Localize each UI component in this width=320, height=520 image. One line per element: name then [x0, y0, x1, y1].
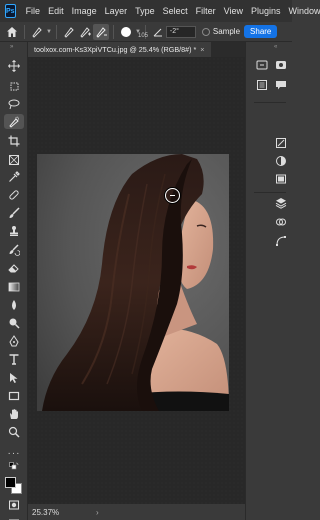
healing-brush-icon[interactable]	[4, 187, 24, 202]
crop-icon[interactable]	[4, 133, 24, 148]
dodge-icon[interactable]	[4, 315, 24, 330]
paths-icon[interactable]	[274, 234, 288, 248]
menu-image[interactable]: Image	[68, 6, 101, 16]
share-button[interactable]: Share	[244, 25, 278, 38]
type-icon[interactable]	[4, 351, 24, 366]
clone-stamp-icon[interactable]	[4, 223, 24, 238]
menu-plugins[interactable]: Plugins	[247, 6, 285, 16]
chevron-down-icon[interactable]: ▼	[46, 29, 52, 35]
hand-icon[interactable]	[4, 406, 24, 421]
blur-icon[interactable]	[4, 297, 24, 312]
document-tab-title: toolxox.com-Ks3XpiVTCu.jpg @ 25.4% (RGB/…	[34, 45, 197, 54]
photoshop-logo: Ps	[5, 4, 16, 18]
color-icon[interactable]	[274, 172, 288, 186]
menu-file[interactable]: File	[22, 6, 45, 16]
comments-icon[interactable]	[274, 78, 288, 92]
menu-layer[interactable]: Layer	[101, 6, 132, 16]
document-tab[interactable]: toolxox.com-Ks3XpiVTCu.jpg @ 25.4% (RGB/…	[28, 42, 211, 57]
collapse-icon[interactable]: «	[274, 44, 277, 50]
quick-mask-icon[interactable]	[4, 497, 24, 512]
divider	[55, 24, 57, 39]
path-selection-icon[interactable]	[4, 370, 24, 385]
screen-mode-icon[interactable]	[4, 516, 24, 520]
home-icon[interactable]	[4, 24, 20, 40]
learn-icon[interactable]	[255, 58, 269, 72]
chevron-right-icon[interactable]: ›	[96, 508, 99, 517]
menu-type[interactable]: Type	[131, 6, 159, 16]
angle-icon	[150, 24, 166, 40]
menu-filter[interactable]: Filter	[192, 6, 220, 16]
subtract-from-selection-icon[interactable]	[92, 23, 109, 40]
brush-preview-icon	[120, 26, 131, 37]
more-tools-icon[interactable]: ···	[4, 446, 24, 461]
brush-icon[interactable]	[4, 205, 24, 220]
move-icon[interactable]	[4, 58, 24, 73]
libraries-icon[interactable]	[274, 58, 288, 72]
options-bar: ▼ ▼ -2° Sample Share	[0, 22, 292, 42]
channels-icon[interactable]	[274, 215, 288, 229]
panel-dock: «	[245, 42, 292, 520]
menu-bar: Ps File Edit Image Layer Type Select Fil…	[0, 0, 320, 22]
new-selection-icon[interactable]	[61, 24, 77, 40]
brush-size-picker[interactable]	[118, 24, 134, 40]
adjustments-icon[interactable]	[274, 136, 288, 150]
document-image[interactable]	[37, 154, 229, 411]
document-tab-bar: toolxox.com-Ks3XpiVTCu.jpg @ 25.4% (RGB/…	[28, 42, 245, 57]
zoom-level[interactable]: 25.37%	[32, 508, 59, 517]
angle-field[interactable]: -2°	[165, 25, 196, 38]
close-icon[interactable]: ×	[200, 45, 204, 54]
pen-icon[interactable]	[4, 333, 24, 348]
divider	[112, 24, 114, 39]
brush-cursor-icon	[165, 188, 180, 203]
sample-all-layers-checkbox[interactable]	[201, 27, 210, 36]
gradient-icon[interactable]	[4, 279, 24, 294]
quick-selection-icon[interactable]	[4, 114, 24, 129]
divider	[254, 102, 286, 103]
status-bar: 25.37%	[28, 504, 245, 520]
canvas-area[interactable]	[28, 57, 266, 504]
menu-window[interactable]: Window	[285, 6, 320, 16]
frame-icon[interactable]	[4, 152, 24, 167]
brush-size-label: 105	[138, 33, 149, 39]
collapse-icon[interactable]: »	[10, 44, 13, 50]
eraser-icon[interactable]	[4, 260, 24, 275]
history-brush-icon[interactable]	[4, 242, 24, 257]
menu-select[interactable]: Select	[159, 6, 192, 16]
add-to-selection-icon[interactable]	[77, 24, 93, 40]
rectangle-icon[interactable]	[4, 388, 24, 403]
sample-label: Sample	[212, 27, 241, 36]
foreground-color-swatch[interactable]	[5, 477, 16, 488]
menu-view[interactable]: View	[220, 6, 247, 16]
artboard-icon[interactable]	[4, 78, 24, 93]
zoom-icon[interactable]	[4, 424, 24, 439]
tool-preset-icon[interactable]	[29, 24, 45, 40]
eyedropper-icon[interactable]	[4, 169, 24, 184]
navigator-icon[interactable]	[274, 154, 288, 168]
divider	[24, 24, 25, 39]
layers-icon[interactable]	[274, 196, 288, 210]
tools-panel: » ···	[0, 42, 28, 520]
properties-icon[interactable]	[255, 78, 269, 92]
divider	[254, 192, 286, 193]
lasso-icon[interactable]	[4, 96, 24, 111]
menu-edit[interactable]: Edit	[44, 6, 68, 16]
default-colors-icon[interactable]	[4, 461, 24, 471]
